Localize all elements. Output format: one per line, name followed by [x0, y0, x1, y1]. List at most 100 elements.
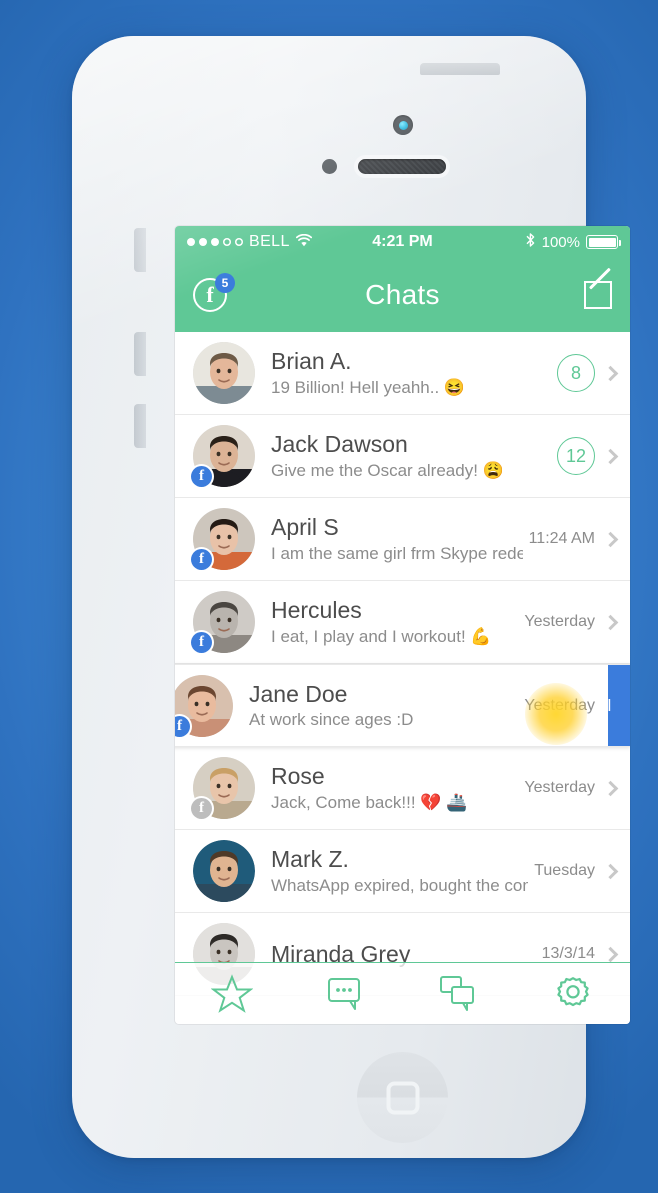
tab-bar	[175, 962, 630, 1024]
avatar[interactable]	[193, 840, 255, 902]
wifi-icon	[295, 233, 312, 250]
compose-icon[interactable]	[584, 281, 612, 309]
avatar[interactable]: f	[191, 508, 255, 570]
last-message: Jack, Come back!!! 💔 🚢	[271, 792, 468, 812]
chevron-right-icon[interactable]	[602, 946, 619, 962]
last-message: Give me the Oscar already! 😩	[271, 460, 504, 480]
group-chat-icon	[439, 975, 479, 1013]
facebook-glyph: f	[206, 282, 214, 307]
chat-timestamp: Yesterday	[524, 613, 595, 630]
facebook-notification-badge: 5	[215, 273, 235, 293]
rounded-square-icon	[386, 1081, 419, 1114]
chat-row-meta: 8	[551, 354, 619, 392]
volume-down-button[interactable]	[134, 404, 146, 448]
chevron-right-icon[interactable]	[602, 863, 619, 879]
chat-bubble-icon	[327, 976, 365, 1012]
status-bar-left: BELL	[187, 233, 312, 251]
tab-recents[interactable]	[289, 963, 403, 1024]
gear-icon	[553, 974, 593, 1014]
chat-timestamp: 11:24 AM	[528, 530, 595, 547]
avatar[interactable]	[193, 342, 255, 404]
contact-name: Hercules	[271, 597, 362, 624]
phone-device: BELL 4:21 PM 100% f 5 Chats Brian A. 19 …	[72, 36, 630, 1158]
battery-percent-label: 100%	[541, 233, 580, 251]
chat-row-meta: Yesterday	[518, 613, 619, 631]
chevron-right-icon[interactable]	[602, 448, 619, 464]
last-message: WhatsApp expired, bought the company	[271, 875, 528, 895]
chat-row[interactable]: Brian A. 19 Billion! Hell yeahh.. 😆 8	[175, 332, 630, 415]
chat-text: Jane Doe At work since ages :D	[233, 681, 518, 730]
chat-row[interactable]: Mark Z. WhatsApp expired, bought the com…	[175, 830, 630, 913]
chat-row-meta: 12	[551, 437, 619, 475]
chat-text: Hercules I eat, I play and I workout! 💪	[255, 597, 518, 646]
chat-timestamp: Tuesday	[534, 862, 595, 879]
chevron-right-icon[interactable]	[602, 365, 619, 381]
unread-count-badge: 12	[557, 437, 595, 475]
chat-text: April S I am the same girl frm Skype red…	[255, 514, 523, 563]
avatar[interactable]: f	[175, 674, 233, 737]
chat-row[interactable]: f Rose Jack, Come back!!! 💔 🚢 Yesterday	[175, 747, 630, 830]
contact-name: April S	[271, 514, 339, 541]
avatar-image	[193, 342, 255, 404]
chat-text: Mark Z. WhatsApp expired, bought the com…	[255, 846, 528, 895]
navigation-bar: f 5 Chats	[175, 258, 630, 332]
signal-strength-icon	[187, 238, 243, 246]
chat-timestamp: Yesterday	[524, 696, 595, 714]
phone-screen: BELL 4:21 PM 100% f 5 Chats Brian A. 19 …	[175, 226, 630, 1024]
chat-row-meta: Yesterday	[518, 696, 619, 715]
avatar-image	[193, 840, 255, 902]
front-camera-icon	[393, 115, 413, 135]
chevron-right-icon[interactable]	[602, 780, 619, 796]
chevron-right-icon[interactable]	[602, 614, 619, 630]
facebook-badge-icon: f	[191, 466, 212, 487]
chat-text: Jack Dawson Give me the Oscar already! 😩	[255, 431, 551, 480]
tab-favorites[interactable]	[175, 963, 289, 1024]
status-bar: BELL 4:21 PM 100%	[175, 226, 630, 258]
power-button[interactable]	[420, 63, 500, 75]
carrier-label: BELL	[249, 233, 290, 250]
facebook-badge-icon: f	[191, 632, 212, 653]
chat-list[interactable]: Brian A. 19 Billion! Hell yeahh.. 😆 8 f …	[175, 332, 630, 996]
contact-name: Rose	[271, 763, 325, 790]
swipe-action-label: Call	[608, 695, 612, 715]
chat-row[interactable]: f Jack Dawson Give me the Oscar already!…	[175, 415, 630, 498]
avatar[interactable]: f	[191, 591, 255, 653]
page-title: Chats	[365, 279, 440, 310]
unread-count-badge: 8	[557, 354, 595, 392]
home-button[interactable]	[357, 1052, 448, 1143]
proximity-sensor-icon	[322, 159, 337, 174]
facebook-badge-icon: f	[191, 798, 212, 819]
chat-timestamp: Yesterday	[524, 779, 595, 796]
volume-up-button[interactable]	[134, 332, 146, 376]
chat-text: Rose Jack, Come back!!! 💔 🚢	[255, 763, 518, 812]
tab-chats[interactable]	[403, 963, 517, 1024]
status-bar-right: 100%	[525, 232, 621, 252]
contact-name: Jane Doe	[249, 680, 348, 707]
contact-name: Jack Dawson	[271, 431, 408, 458]
chat-row-meta: 11:24 AM	[523, 530, 619, 548]
contact-name: Brian A.	[271, 348, 352, 375]
earpiece-speaker-icon	[358, 159, 446, 174]
battery-icon	[586, 235, 621, 249]
mute-switch[interactable]	[134, 228, 146, 272]
facebook-icon[interactable]: f 5	[193, 273, 235, 312]
chat-row[interactable]: f April S I am the same girl frm Skype r…	[175, 498, 630, 581]
chat-row-meta: Yesterday	[518, 779, 619, 797]
swipe-action-call-button[interactable]: Call	[608, 665, 630, 746]
facebook-badge-icon: f	[191, 549, 212, 570]
contact-name: Mark Z.	[271, 846, 349, 873]
chat-timestamp: 13/3/14	[541, 945, 595, 962]
avatar[interactable]: f	[191, 757, 255, 819]
avatar[interactable]: f	[191, 425, 255, 487]
chevron-right-icon[interactable]	[602, 531, 619, 547]
chat-row[interactable]: f Jane Doe At work since ages :D Yesterd…	[175, 664, 630, 747]
chat-row-meta: 13/3/14	[536, 945, 619, 963]
last-message: At work since ages :D	[249, 710, 414, 730]
tab-settings[interactable]	[516, 963, 630, 1024]
chat-row[interactable]: f Hercules I eat, I play and I workout! …	[175, 581, 630, 664]
chat-row-meta: Tuesday	[528, 862, 619, 880]
last-message: I am the same girl frm Skype redesign!	[271, 543, 523, 563]
last-message: 19 Billion! Hell yeahh.. 😆	[271, 377, 466, 397]
star-icon	[210, 973, 253, 1014]
chat-text: Brian A. 19 Billion! Hell yeahh.. 😆	[255, 348, 551, 397]
